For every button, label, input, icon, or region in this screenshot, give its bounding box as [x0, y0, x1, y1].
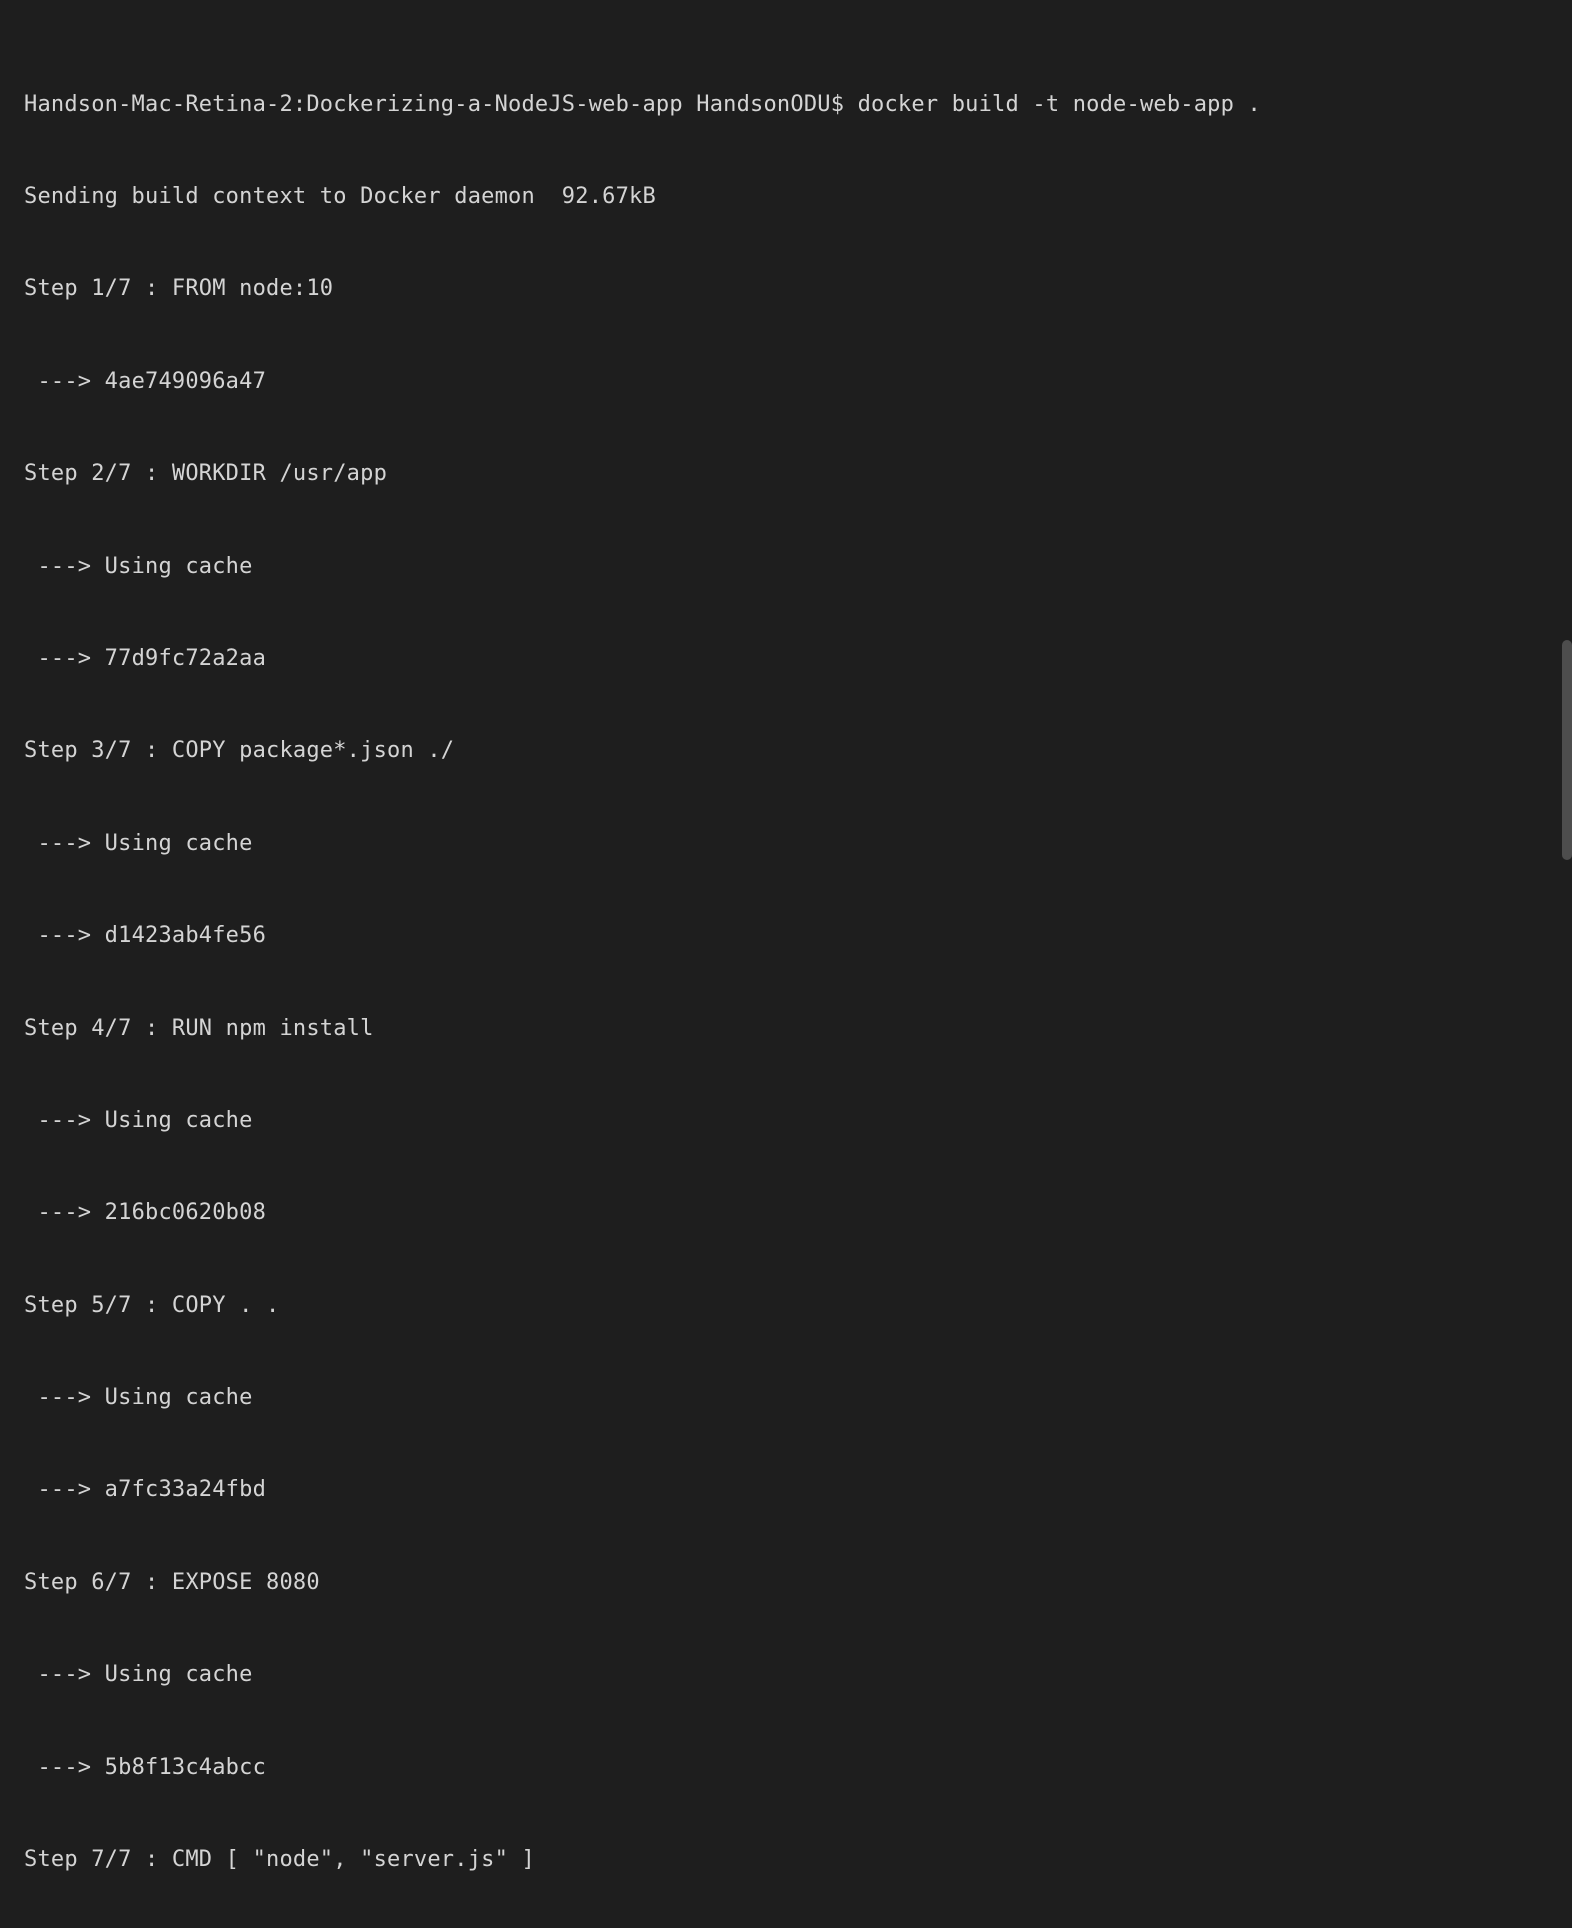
terminal-line: Handson-Mac-Retina-2:Dockerizing-a-NodeJ…	[24, 90, 1548, 121]
terminal-line: ---> Using cache	[24, 552, 1548, 583]
terminal-line: Step 1/7 : FROM node:10	[24, 274, 1548, 305]
scrollbar-thumb[interactable]	[1562, 640, 1572, 860]
terminal-line: ---> 5b8f13c4abcc	[24, 1753, 1548, 1784]
terminal-line: ---> Using cache	[24, 1106, 1548, 1137]
terminal-line: ---> 4ae749096a47	[24, 367, 1548, 398]
terminal-window[interactable]: Handson-Mac-Retina-2:Dockerizing-a-NodeJ…	[0, 0, 1572, 1928]
terminal-line: Step 2/7 : WORKDIR /usr/app	[24, 459, 1548, 490]
terminal-line: ---> Using cache	[24, 1383, 1548, 1414]
terminal-line: ---> 77d9fc72a2aa	[24, 644, 1548, 675]
terminal-line: Step 7/7 : CMD [ "node", "server.js" ]	[24, 1845, 1548, 1876]
terminal-line: Sending build context to Docker daemon 9…	[24, 182, 1548, 213]
terminal-line: ---> 216bc0620b08	[24, 1198, 1548, 1229]
terminal-line: Step 5/7 : COPY . .	[24, 1291, 1548, 1322]
terminal-line: ---> Using cache	[24, 829, 1548, 860]
terminal-line: Step 6/7 : EXPOSE 8080	[24, 1568, 1548, 1599]
terminal-line: ---> d1423ab4fe56	[24, 921, 1548, 952]
terminal-line: ---> a7fc33a24fbd	[24, 1475, 1548, 1506]
terminal-line: ---> Using cache	[24, 1660, 1548, 1691]
terminal-line: Step 4/7 : RUN npm install	[24, 1014, 1548, 1045]
terminal-line: Step 3/7 : COPY package*.json ./	[24, 736, 1548, 767]
